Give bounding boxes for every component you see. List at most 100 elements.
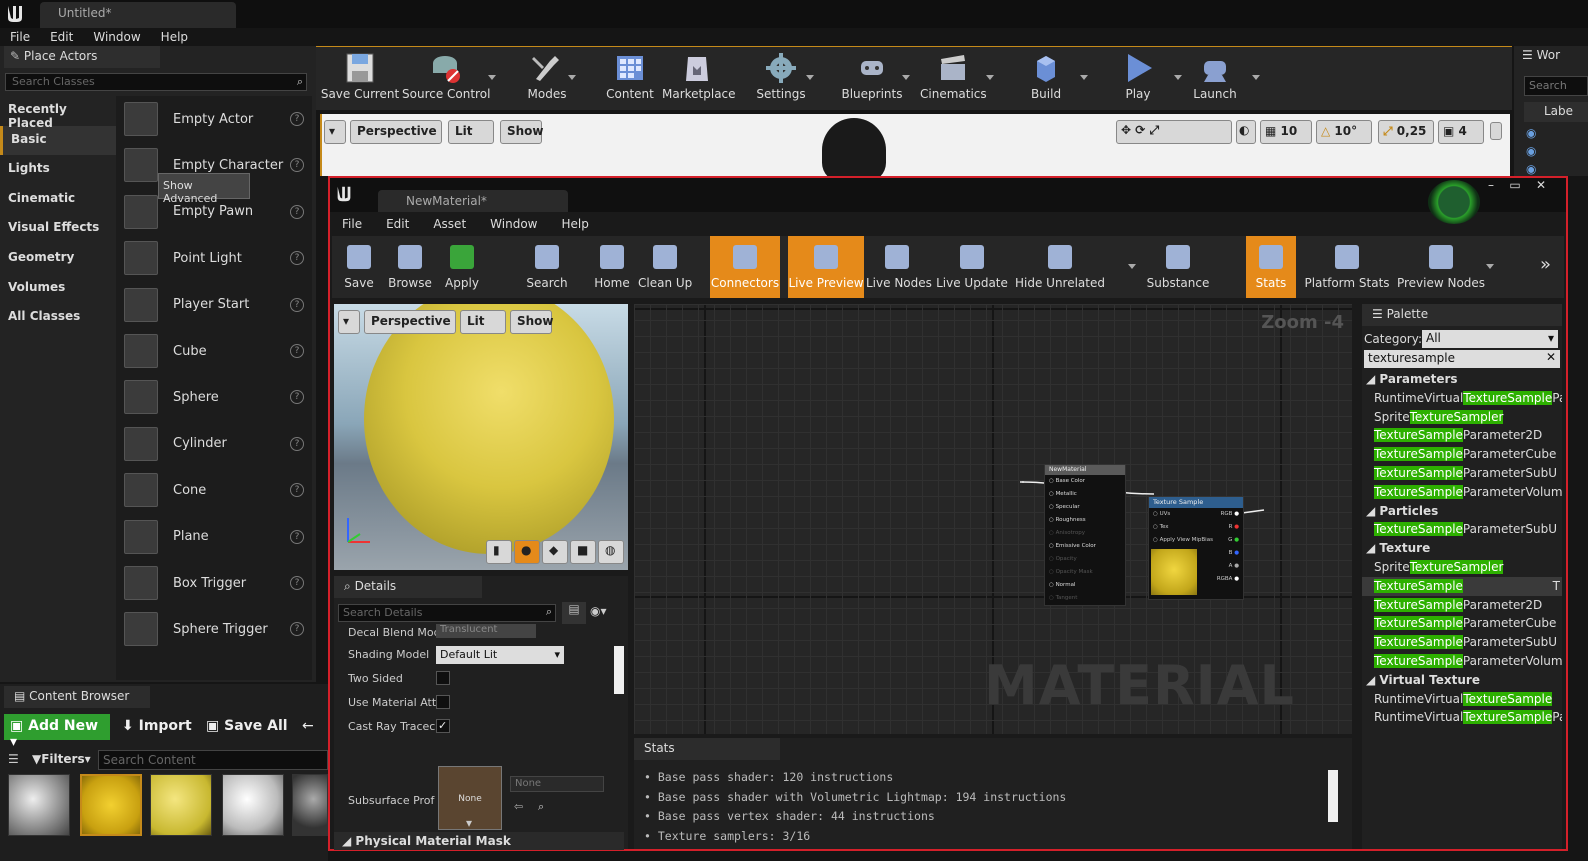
source-control-button[interactable]: Source Control (402, 47, 490, 101)
search-icon[interactable]: ⌕ (546, 605, 552, 619)
preview-perspective-button[interactable]: Perspective (364, 310, 456, 334)
search-button[interactable]: Search (522, 236, 572, 298)
stats-button[interactable]: Stats (1246, 236, 1296, 298)
actor-item-player-start[interactable]: Player Start? (116, 282, 312, 328)
help-icon[interactable]: ? (290, 251, 304, 266)
help-icon[interactable]: ? (290, 344, 304, 358)
viewport-options-button[interactable]: ▾ (324, 120, 346, 144)
save-button[interactable]: Save (334, 236, 384, 298)
material-menu-file[interactable]: File (330, 214, 374, 236)
cinematics-dropdown[interactable] (986, 75, 994, 80)
show-button[interactable]: Show (500, 120, 544, 144)
category-basic[interactable]: Basic (0, 125, 116, 156)
help-icon[interactable]: ? (290, 529, 304, 544)
texture-input-pin[interactable]: ○ UVs (1153, 511, 1170, 517)
texture-output-pin[interactable]: R ● (1229, 524, 1239, 530)
blueprints-button[interactable]: Blueprints (836, 47, 908, 101)
eye-icon[interactable]: ◉ (1526, 162, 1536, 176)
sphere-shape-button[interactable]: ● (514, 540, 540, 564)
teapot-shape-button[interactable]: ◍ (598, 540, 624, 564)
help-icon[interactable]: ? (290, 436, 304, 451)
palette-item[interactable]: TextureSampleParameterSubU (1362, 633, 1562, 652)
eye-icon[interactable]: ◉ (1526, 144, 1536, 158)
modes-dropdown[interactable] (568, 75, 576, 80)
checkbox[interactable] (436, 671, 450, 685)
palette-category-select[interactable]: All ▾ (1422, 330, 1558, 348)
category-volumes[interactable]: Volumes (0, 274, 116, 304)
grid-snap[interactable]: ▦ 10 (1260, 120, 1312, 144)
outliner-search-input[interactable]: Search (1524, 76, 1588, 96)
palette-item[interactable]: TextureSampleParameterCube (1362, 614, 1562, 633)
live-nodes-button[interactable]: Live Nodes (866, 236, 932, 298)
browse-button[interactable]: Browse (386, 236, 434, 298)
toolbar-overflow-icon[interactable]: » (1540, 254, 1551, 275)
blueprints-dropdown[interactable] (902, 75, 910, 80)
use-selected-arrow-icon[interactable]: ⇦ (514, 800, 523, 813)
world-local-toggle[interactable]: ◐ (1236, 120, 1256, 144)
result-pin-metallic[interactable]: ○ Metallic (1045, 488, 1125, 501)
help-icon[interactable]: ? (290, 112, 304, 126)
help-icon[interactable]: ? (290, 483, 304, 498)
maximize-viewport-button[interactable] (1490, 122, 1502, 140)
modes-button[interactable]: Modes (512, 47, 582, 101)
category-lights[interactable]: Lights (0, 155, 116, 185)
camera-speed[interactable]: ▣ 4 (1438, 120, 1484, 144)
source-control-dropdown[interactable] (488, 75, 496, 80)
checkbox[interactable] (436, 695, 450, 709)
rotation-snap[interactable]: △ 10° (1316, 120, 1372, 144)
menu-file[interactable]: File (0, 28, 40, 46)
asset-thumbnail[interactable] (150, 774, 212, 836)
marketplace-button[interactable]: Marketplace (662, 47, 736, 101)
actor-item-cone[interactable]: Cone? (116, 467, 312, 513)
result-pin-opacity[interactable]: ○ Opacity (1045, 553, 1125, 566)
close-button[interactable]: ✕ (1530, 178, 1552, 196)
help-icon[interactable]: ? (290, 622, 304, 637)
details-scrollbar[interactable] (614, 646, 624, 694)
preview-nodes-button[interactable]: Preview Nodes (1394, 236, 1488, 298)
palette-item[interactable]: TextureSampleParameterVolum (1362, 483, 1562, 502)
palette-category-header[interactable]: ◢ Virtual Texture (1362, 671, 1562, 690)
palette-item[interactable]: TextureSampleParameterSubU (1362, 464, 1562, 483)
help-icon[interactable]: ? (290, 390, 304, 405)
category-geometry[interactable]: Geometry (0, 244, 116, 274)
hide-unrelated-dropdown[interactable] (1128, 264, 1136, 269)
minimize-button[interactable]: – (1480, 178, 1502, 196)
lit-button[interactable]: Lit (448, 120, 494, 144)
palette-item[interactable]: TextureSampleParameterSubU (1362, 520, 1562, 539)
hide-unrelated-button[interactable]: Hide Unrelated (1012, 236, 1108, 298)
menu-edit[interactable]: Edit (40, 28, 83, 46)
menu-window[interactable]: Window (83, 28, 150, 46)
build-dropdown[interactable] (1080, 75, 1088, 80)
palette-item[interactable]: SpriteTextureSampler (1362, 408, 1562, 427)
actor-item-sphere-trigger[interactable]: Sphere Trigger? (116, 606, 312, 652)
level-tab[interactable]: Untitled* (40, 2, 236, 28)
palette-category-header[interactable]: ◢ Parameters (1362, 370, 1562, 389)
asset-thumbnail[interactable] (292, 774, 328, 836)
subsurface-profile-select[interactable]: None (510, 776, 604, 792)
material-graph-canvas[interactable]: Zoom -4 MATERIAL NewMaterial ○ Base Colo… (634, 304, 1352, 734)
blend-mode-select[interactable]: Translucent (436, 624, 536, 638)
transform-tools[interactable]: ✥ ⟳ ⤢ (1116, 120, 1232, 144)
palette-item[interactable]: RuntimeVirtualTextureSamplePa (1362, 708, 1562, 727)
texture-input-pin[interactable]: ○ Tex (1153, 524, 1169, 530)
home-button[interactable]: Home (588, 236, 636, 298)
cinematics-button[interactable]: Cinematics (920, 47, 987, 101)
import-button[interactable]: ⬇ Import (122, 718, 192, 734)
platform-stats-button[interactable]: Platform Stats (1304, 236, 1390, 298)
palette-item[interactable]: TextureSampleParameterVolum (1362, 652, 1562, 671)
actor-item-cube[interactable]: Cube? (116, 328, 312, 374)
sources-toggle-icon[interactable]: ☰ (8, 752, 19, 766)
search-content-input[interactable]: Search Content (98, 750, 328, 770)
preview-lit-button[interactable]: Lit (460, 310, 506, 334)
material-preview-viewport[interactable]: ▾ Perspective Lit Show ▮ ● ◆ ■ ◍ (334, 304, 628, 570)
texture-output-pin[interactable]: B ● (1229, 550, 1239, 556)
shading-model-select[interactable]: Default Lit ▾ (436, 646, 564, 664)
add-new-button[interactable]: ▣ Add New ▾ (4, 714, 110, 750)
category-recently-placed[interactable]: Recently Placed (0, 96, 116, 130)
palette-item[interactable]: TextureSampleParameter2D (1362, 596, 1562, 615)
substance-button[interactable]: Substance (1138, 236, 1218, 298)
play-dropdown[interactable] (1174, 75, 1182, 80)
eye-icon[interactable]: ◉ (1526, 126, 1536, 140)
palette-item[interactable]: TextureSample T (1362, 576, 1562, 596)
actor-item-sphere[interactable]: Sphere? (116, 374, 312, 420)
